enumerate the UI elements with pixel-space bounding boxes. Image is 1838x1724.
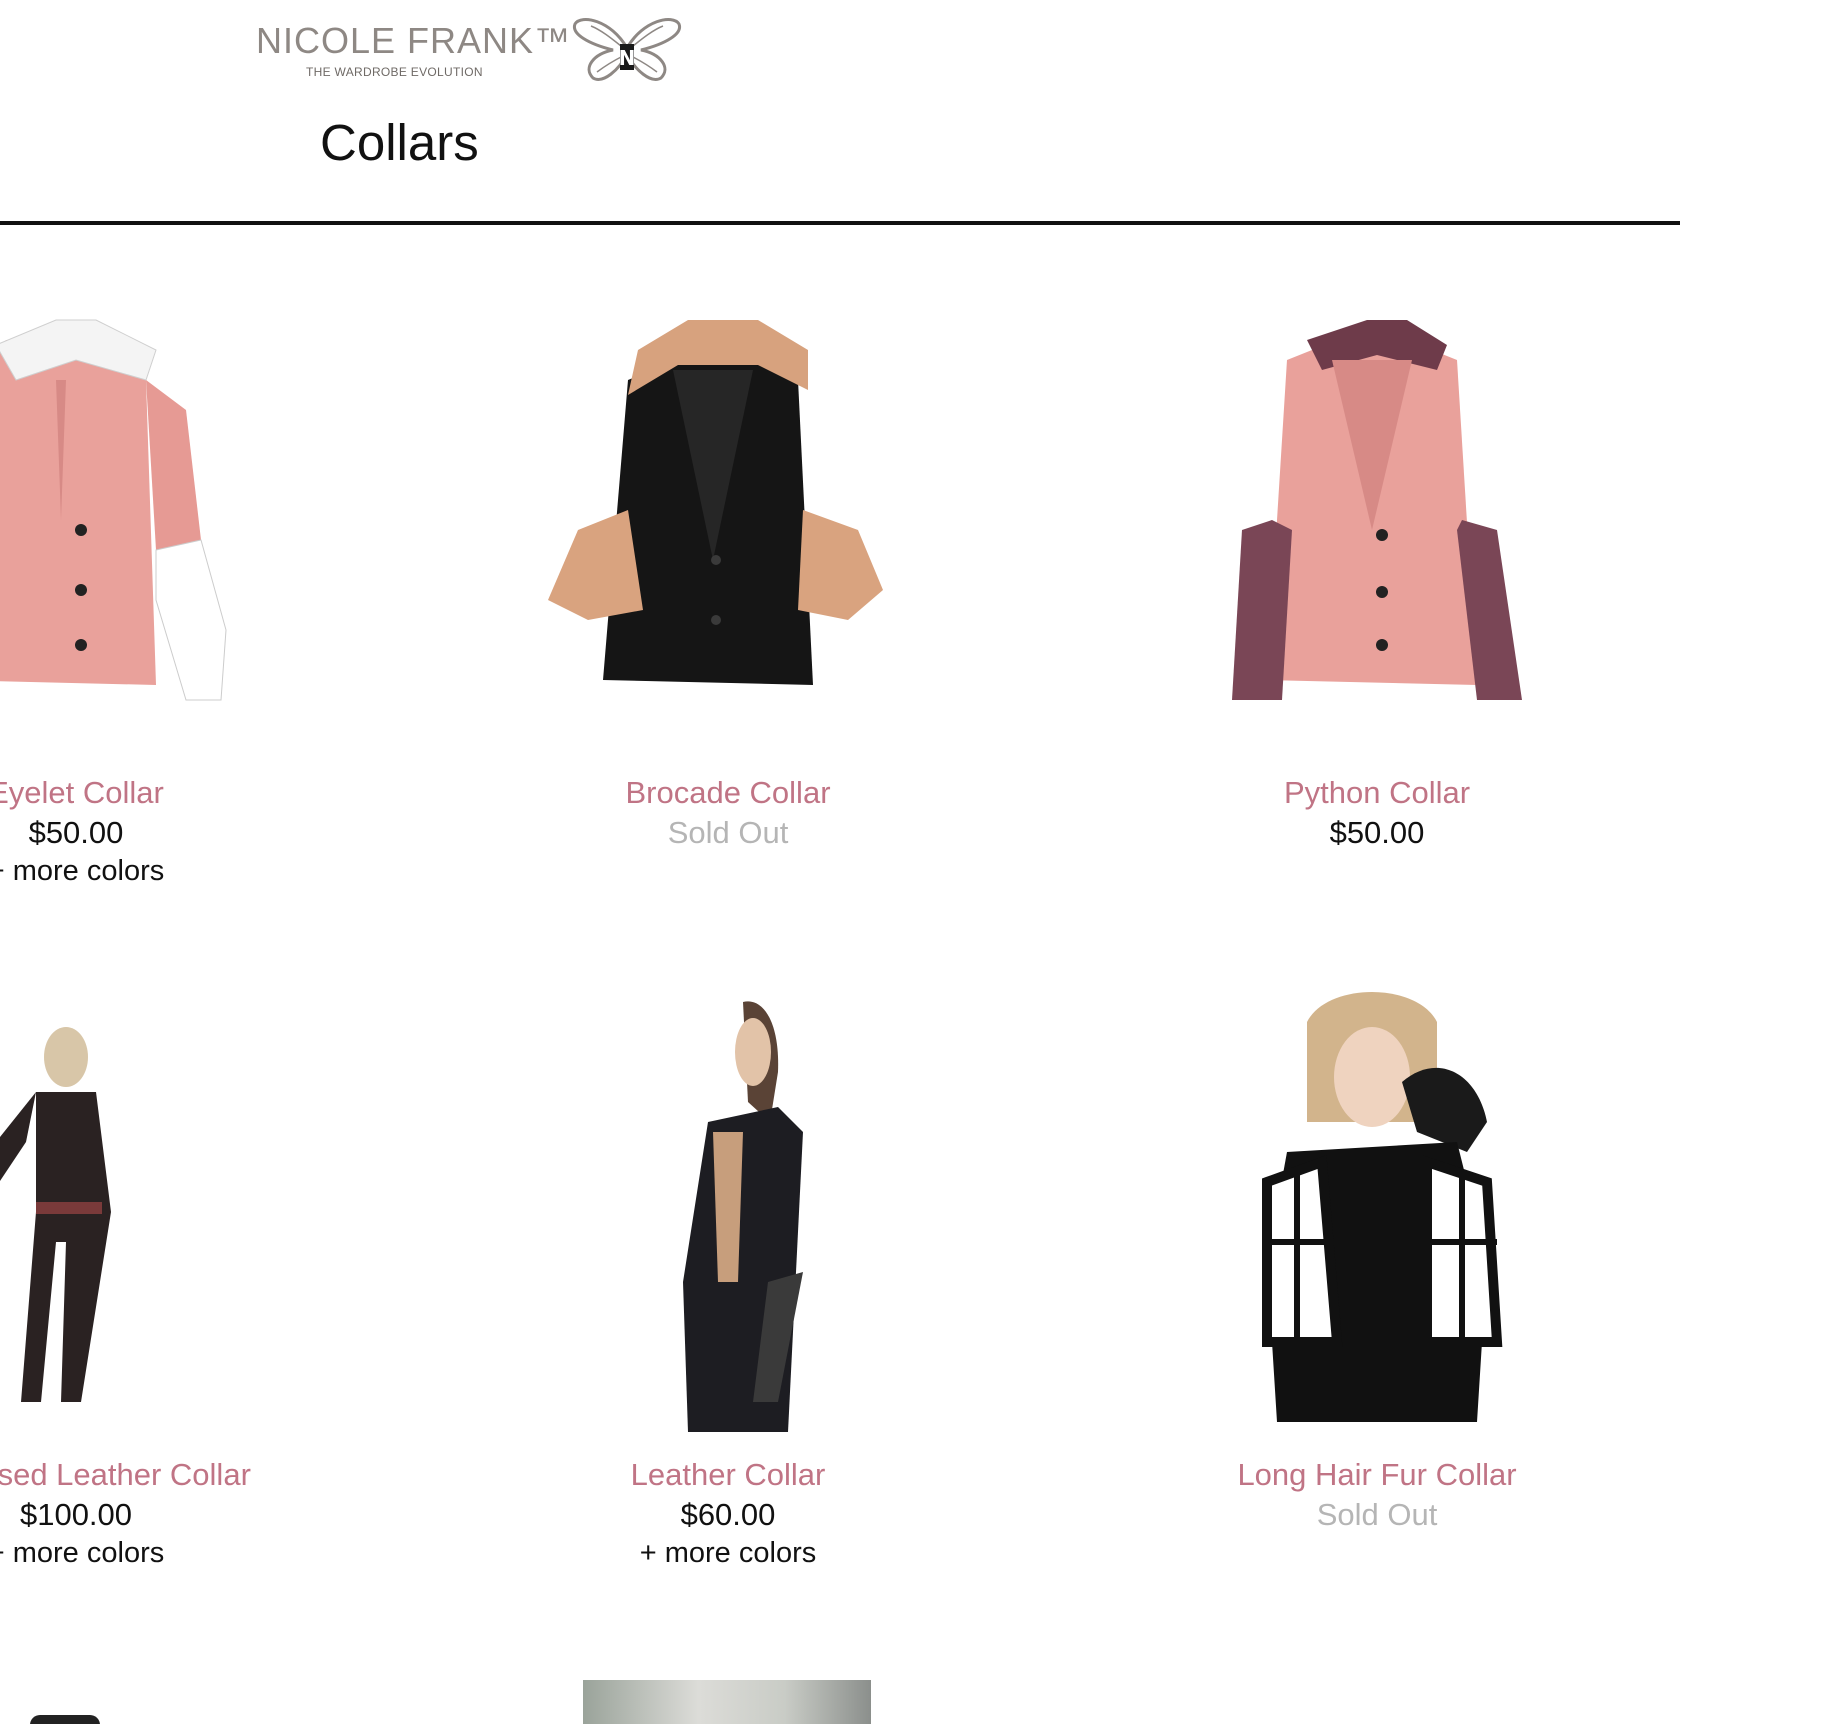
product-card[interactable]: Eyelet Collar $50.00 + more colors (0, 300, 296, 889)
product-price: $60.00 (680, 1497, 776, 1532)
product-image[interactable] (30, 1715, 100, 1724)
product-name[interactable]: Python Collar (1157, 773, 1597, 813)
product-card[interactable]: Python Collar $50.00 (1157, 300, 1597, 853)
product-name[interactable]: Brocade Collar (508, 773, 948, 813)
product-image[interactable] (508, 982, 948, 1442)
product-name[interactable]: Long Hair Fur Collar (1157, 1455, 1597, 1495)
product-price: Sold Out (667, 815, 789, 850)
product-card[interactable]: Embossed Leather Collar $100.00 + more c… (0, 982, 296, 1571)
product-card[interactable]: Long Hair Fur Collar Sold Out (1157, 982, 1597, 1535)
product-price: $100.00 (19, 1497, 133, 1532)
product-name[interactable]: Leather Collar (508, 1455, 948, 1495)
more-colors-link[interactable]: + more colors (0, 1535, 296, 1571)
butterfly-icon: N (573, 18, 681, 81)
svg-text:N: N (619, 46, 636, 70)
product-card[interactable]: Leather Collar $60.00 + more colors (508, 982, 948, 1571)
product-image[interactable] (0, 982, 296, 1442)
page-title: Collars (320, 114, 479, 171)
more-colors-link[interactable]: + more colors (508, 1535, 948, 1571)
product-image[interactable] (0, 300, 296, 760)
product-image[interactable] (1157, 300, 1597, 760)
product-price: $50.00 (28, 815, 124, 850)
header-divider (0, 221, 1680, 225)
brand-name: NICOLE FRANK™ (256, 20, 572, 61)
product-image[interactable] (1157, 982, 1597, 1442)
product-price: $50.00 (1329, 815, 1425, 850)
product-image[interactable] (583, 1680, 871, 1724)
product-name[interactable]: Embossed Leather Collar (0, 1455, 296, 1495)
page: NICOLE FRANK™ THE WARDROBE EVOLUTION N C… (0, 0, 1838, 1724)
brand-tagline: THE WARDROBE EVOLUTION (306, 65, 483, 79)
more-colors-link[interactable]: + more colors (0, 853, 296, 889)
product-price: Sold Out (1316, 1497, 1438, 1532)
brand-logo[interactable]: NICOLE FRANK™ THE WARDROBE EVOLUTION N (256, 10, 686, 90)
product-name[interactable]: Eyelet Collar (0, 773, 296, 813)
product-card[interactable]: Brocade Collar Sold Out (508, 300, 948, 853)
product-image[interactable] (508, 300, 948, 760)
